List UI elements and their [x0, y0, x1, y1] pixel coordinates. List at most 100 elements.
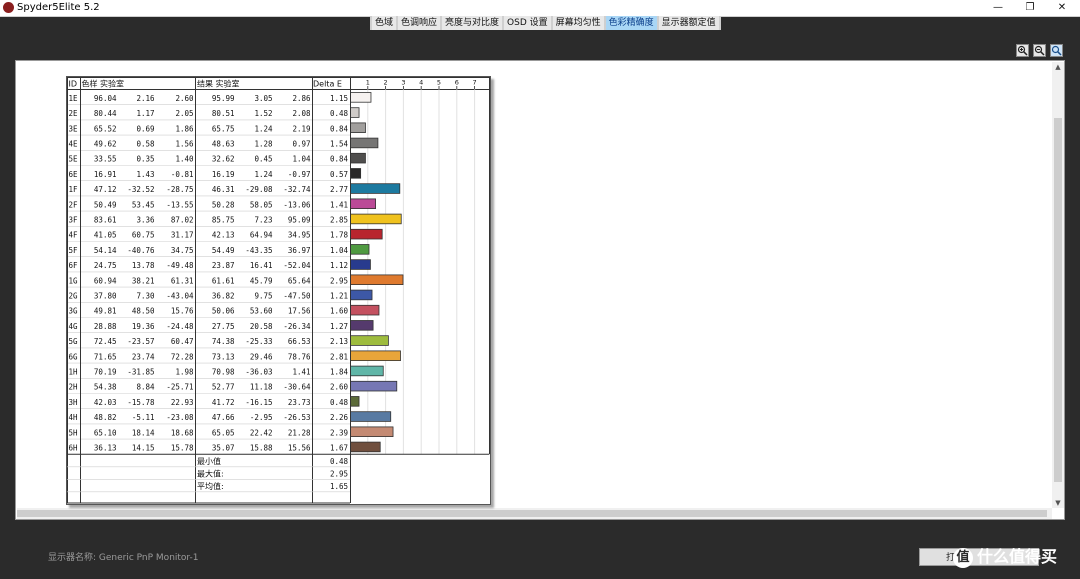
sample-lab-value: -32.52 — [127, 185, 154, 194]
sample-lab-value: 14.15 — [132, 444, 155, 453]
sample-lab-value: -5.11 — [132, 413, 155, 422]
sample-lab-value: 38.21 — [132, 276, 155, 285]
row-id: 1F — [69, 185, 79, 194]
result-lab-value: 27.75 — [212, 322, 235, 331]
sample-lab-value: -23.57 — [127, 337, 154, 346]
delta-e-value: 0.84 — [330, 155, 349, 164]
summary-value: 1.65 — [330, 482, 348, 491]
title-bar: Spyder5Elite 5.2 — ❐ ✕ — [0, 0, 1080, 17]
delta-e-value: 2.85 — [330, 216, 348, 225]
tab-4[interactable]: 屏幕均匀性 — [552, 16, 604, 30]
sample-lab-value: 1.56 — [175, 140, 194, 149]
result-lab-value: 66.53 — [288, 337, 311, 346]
result-lab-value: 16.19 — [212, 170, 235, 179]
zoom-in-icon[interactable] — [1016, 44, 1029, 57]
scroll-down-arrow-icon[interactable]: ▼ — [1052, 498, 1064, 508]
result-lab-value: 46.31 — [212, 185, 235, 194]
delta-e-value: 1.60 — [330, 307, 349, 316]
result-lab-value: -25.33 — [245, 337, 272, 346]
color-accuracy-report: ID 色样 实验室 结果 实验室 Delta E 1 2 3 4 5 6 7 1E 96.04 2.16 2… — [66, 76, 491, 505]
result-lab-value: -43.35 — [245, 246, 272, 255]
vertical-scroll-thumb[interactable] — [1054, 118, 1062, 482]
sample-lab-value: 33.55 — [94, 155, 117, 164]
delta-e-value: 1.15 — [330, 94, 348, 103]
sample-lab-value: 1.40 — [175, 155, 194, 164]
sample-lab-value: 31.17 — [171, 231, 194, 240]
tab-5[interactable]: 色彩精确度 — [605, 16, 657, 30]
result-lab-value: -36.03 — [245, 368, 272, 377]
result-lab-value: -47.50 — [283, 292, 311, 301]
result-lab-value: 34.95 — [288, 231, 311, 240]
sample-lab-value: 61.31 — [171, 276, 194, 285]
row-id: 6E — [69, 170, 79, 179]
horizontal-scrollbar[interactable] — [17, 508, 1052, 519]
sample-lab-value: -0.81 — [171, 170, 194, 179]
row-id: 5F — [69, 246, 79, 255]
sample-lab-value: 54.14 — [94, 246, 117, 255]
zoom-fit-icon[interactable] — [1050, 44, 1063, 57]
result-lab-value: 48.63 — [212, 140, 235, 149]
delta-e-value: 2.26 — [330, 413, 349, 422]
delta-e-bar — [350, 107, 360, 118]
tab-6[interactable]: 显示器额定值 — [658, 16, 719, 30]
result-lab-value: 58.05 — [250, 200, 273, 209]
sample-lab-value: -43.04 — [166, 292, 194, 301]
tab-0[interactable]: 色域 — [372, 16, 397, 30]
row-id: 3E — [69, 124, 79, 133]
delta-e-bar — [350, 244, 370, 255]
zoom-out-icon[interactable] — [1033, 44, 1046, 57]
row-id: 5G — [69, 337, 79, 346]
row-id: 2E — [69, 109, 79, 118]
scroll-up-arrow-icon[interactable]: ▲ — [1052, 62, 1064, 72]
result-lab-value: 1.04 — [292, 155, 311, 164]
result-lab-value: 23.87 — [212, 261, 235, 270]
sample-lab-value: 24.75 — [94, 261, 117, 270]
sample-lab-value: 0.35 — [136, 155, 154, 164]
tab-1[interactable]: 色调响应 — [398, 16, 441, 30]
delta-e-value: 2.60 — [330, 383, 349, 392]
scale-tick-label: 3 — [401, 79, 405, 87]
result-lab-value: 45.79 — [250, 276, 273, 285]
horizontal-scroll-thumb[interactable] — [17, 510, 1047, 517]
delta-e-value: 1.84 — [330, 368, 349, 377]
delta-e-bar — [350, 380, 398, 392]
delta-e-value: 0.84 — [330, 124, 349, 133]
delta-e-value: 1.78 — [330, 231, 349, 240]
tab-2[interactable]: 亮度与对比度 — [442, 16, 503, 30]
row-id: 3H — [69, 398, 79, 407]
delta-e-bar — [350, 289, 373, 301]
result-lab-value: 1.28 — [254, 140, 273, 149]
tab-3[interactable]: OSD 设置 — [504, 16, 551, 30]
result-lab-value: 2.19 — [292, 124, 310, 133]
result-lab-value: 0.97 — [292, 140, 310, 149]
sample-lab-value: 0.69 — [136, 124, 154, 133]
delta-e-bar — [350, 304, 380, 316]
minimize-button[interactable]: — — [980, 0, 1016, 16]
watermark: 值什么值得买 — [953, 545, 1057, 569]
sample-lab-value: 96.04 — [94, 94, 117, 103]
watermark-text: 什么值得买 — [977, 547, 1058, 566]
result-lab-value: -29.08 — [245, 185, 273, 194]
restore-button[interactable]: ❐ — [1012, 0, 1048, 16]
result-lab-value: -52.04 — [283, 261, 311, 270]
result-lab-value: 0.45 — [254, 155, 272, 164]
sample-lab-value: -40.76 — [127, 246, 155, 255]
close-button[interactable]: ✕ — [1044, 0, 1080, 16]
result-lab-value: 73.13 — [212, 352, 235, 361]
result-lab-value: 32.62 — [212, 155, 235, 164]
table-header-cell: 色样 实验室 — [82, 79, 125, 89]
sample-lab-value: 80.44 — [94, 109, 117, 118]
result-lab-value: 1.52 — [254, 109, 272, 118]
result-lab-value: 35.07 — [212, 444, 235, 453]
result-lab-value: 50.06 — [212, 307, 235, 316]
delta-e-bar — [350, 198, 376, 210]
app-icon — [3, 2, 14, 13]
sample-lab-value: 71.65 — [94, 352, 117, 361]
vertical-scrollbar[interactable]: ▲ ▼ — [1052, 62, 1064, 508]
delta-e-bar — [350, 168, 362, 179]
scale-tick-label: 7 — [473, 79, 477, 87]
delta-e-value: 2.81 — [330, 352, 348, 361]
sample-lab-value: 23.74 — [132, 352, 155, 361]
result-lab-value: 36.82 — [212, 292, 235, 301]
result-lab-value: 23.73 — [288, 398, 311, 407]
